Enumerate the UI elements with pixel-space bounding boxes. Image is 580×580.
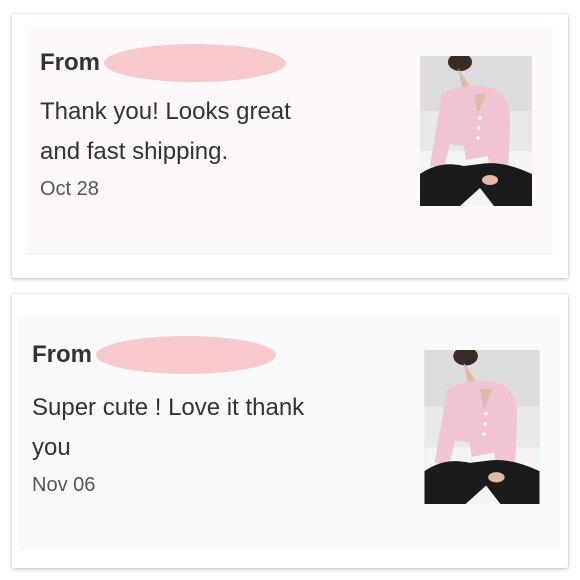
review-text: Super cute ! Love it thank you bbox=[32, 388, 304, 468]
redacted-username bbox=[96, 336, 276, 374]
pink-sweater-model-image bbox=[424, 350, 540, 504]
review-card-body: From Thank you! Looks great and fast shi… bbox=[26, 26, 552, 254]
product-thumbnail[interactable] bbox=[424, 350, 540, 504]
from-label: From bbox=[32, 341, 92, 368]
review-card-body: From Super cute ! Love it thank you Nov … bbox=[18, 316, 560, 550]
from-label: From bbox=[40, 49, 100, 76]
pink-sweater-model-image bbox=[420, 56, 532, 206]
review-text-line: Thank you! Looks great bbox=[40, 98, 291, 125]
review-text-line: you bbox=[32, 434, 71, 461]
review-text-line: and fast shipping. bbox=[40, 138, 229, 165]
review-author: From bbox=[32, 336, 276, 374]
redacted-username bbox=[104, 44, 286, 82]
review-date: Nov 06 bbox=[32, 474, 96, 496]
review-card: From Super cute ! Love it thank you Nov … bbox=[12, 294, 568, 568]
review-date: Oct 28 bbox=[40, 178, 99, 200]
review-card: From Thank you! Looks great and fast shi… bbox=[12, 14, 568, 278]
review-text: Thank you! Looks great and fast shipping… bbox=[40, 92, 291, 172]
review-text-line: Super cute ! Love it thank bbox=[32, 394, 305, 421]
product-thumbnail[interactable] bbox=[420, 56, 532, 206]
review-author: From bbox=[40, 44, 286, 82]
